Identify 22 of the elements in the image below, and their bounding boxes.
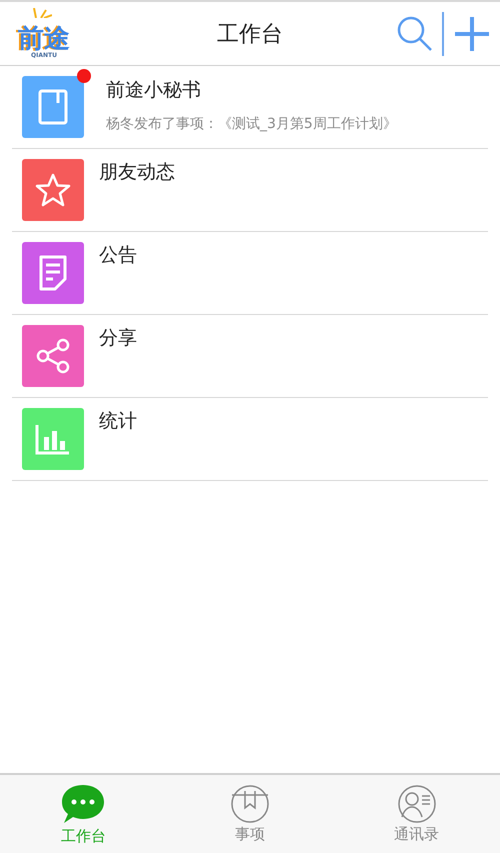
contact-icon — [396, 784, 438, 822]
list-item[interactable]: 统计 — [12, 398, 488, 481]
item-subtitle: 杨冬发布了事项：《测试_3月第5周工作计划》 — [106, 115, 397, 133]
share-icon — [35, 338, 71, 374]
bookmark-icon — [229, 784, 271, 822]
add-icon[interactable] — [454, 16, 490, 52]
item-title: 分享 — [99, 326, 137, 351]
list-item[interactable]: 分享 — [12, 315, 488, 398]
bar-chart-icon — [35, 423, 71, 455]
list-item[interactable]: 前途小秘书 杨冬发布了事项：《测试_3月第5周工作计划》 — [12, 66, 488, 149]
search-icon[interactable] — [396, 14, 434, 52]
item-title: 公告 — [99, 243, 137, 268]
list-item[interactable]: 朋友动态 — [12, 149, 488, 232]
book-icon — [38, 89, 68, 125]
item-title: 前途小秘书 — [106, 78, 202, 103]
item-title: 统计 — [99, 409, 137, 434]
page-title: 工作台 — [217, 20, 283, 48]
list-item[interactable]: 公告 — [12, 232, 488, 315]
item-title: 朋友动态 — [99, 160, 175, 185]
chat-bubble-icon — [60, 782, 106, 824]
document-icon — [38, 255, 68, 291]
star-icon — [35, 173, 71, 207]
